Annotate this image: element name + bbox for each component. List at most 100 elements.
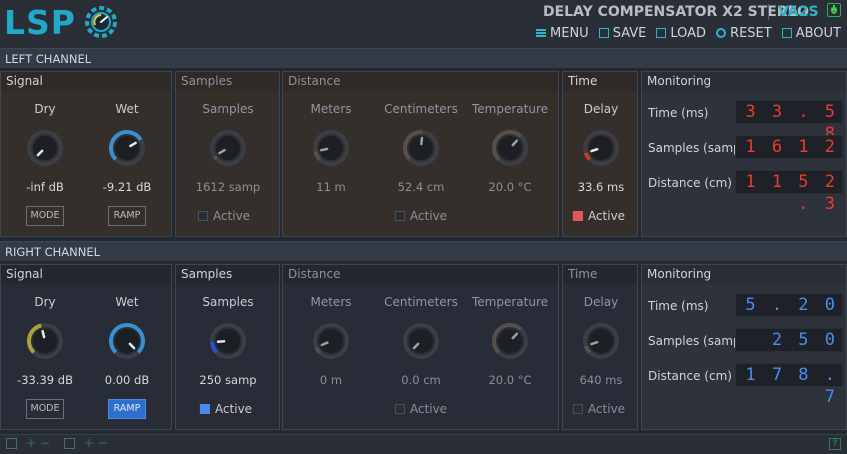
about-label: ABOUT bbox=[795, 25, 841, 41]
group-title: Monitoring bbox=[642, 265, 846, 284]
left-dry-knob[interactable] bbox=[25, 128, 65, 168]
reset-button[interactable]: RESET bbox=[716, 26, 772, 41]
distance-cm-label: Distance (cm) bbox=[648, 176, 732, 190]
left-samples-knob[interactable] bbox=[208, 128, 248, 168]
header-bar: LSP DELAY COMPENSATOR X2 STEREO VA2S MEN… bbox=[0, 0, 847, 48]
right-time-active-checkbox[interactable]: Active bbox=[572, 402, 625, 416]
group-title: Signal bbox=[1, 265, 171, 284]
checkbox-box bbox=[394, 404, 405, 414]
left-wet-knob[interactable] bbox=[107, 128, 147, 168]
plugin-title: DELAY COMPENSATOR X2 STEREO bbox=[543, 4, 810, 20]
active-label: Active bbox=[409, 402, 448, 416]
menu-button[interactable]: MENU bbox=[536, 26, 589, 41]
delay-value: 33.6 ms bbox=[577, 180, 625, 194]
right-ramp-button[interactable]: RAMP bbox=[108, 399, 146, 419]
right-centimeters-knob[interactable] bbox=[401, 321, 441, 361]
active-label: Active bbox=[409, 209, 448, 223]
logo-text: LSP bbox=[4, 3, 76, 42]
right-wet-knob[interactable] bbox=[107, 321, 147, 361]
samples-samp-label: Samples (samp) bbox=[648, 141, 746, 155]
meters-label: Meters bbox=[310, 102, 352, 116]
left-time-display: 3 3 . 5 8 bbox=[735, 100, 843, 144]
left-time-active-checkbox[interactable]: Active bbox=[572, 209, 625, 223]
right-delay-knob[interactable] bbox=[581, 321, 621, 361]
left-mode-button[interactable]: MODE bbox=[26, 206, 64, 226]
meters-value: 11 m bbox=[316, 180, 346, 194]
load-button[interactable]: LOAD bbox=[656, 26, 706, 41]
load-icon bbox=[656, 28, 667, 38]
temperature-value: 20.0 °C bbox=[488, 180, 532, 194]
help-button[interactable]: ? bbox=[829, 438, 841, 450]
checkbox-box bbox=[572, 211, 583, 221]
samples-label: Samples bbox=[202, 295, 254, 309]
samples-label: Samples bbox=[202, 102, 254, 116]
left-distance-group: Distance Meters 11 m Centimeters 52.4 cm… bbox=[282, 71, 559, 237]
left-temperature-knob[interactable] bbox=[490, 128, 530, 168]
right-meters-knob[interactable] bbox=[311, 321, 351, 361]
left-time-group: Time Delay 33.6 ms Active bbox=[562, 71, 638, 237]
temperature-label: Temperature bbox=[471, 295, 549, 309]
wet-value: 0.00 dB bbox=[104, 373, 150, 387]
left-samples-active-checkbox[interactable]: Active bbox=[197, 209, 251, 223]
group-title: Samples bbox=[176, 72, 279, 91]
time-ms-label: Time (ms) bbox=[648, 106, 709, 120]
left-samples-display: 1 6 1 2 bbox=[735, 135, 843, 159]
power-icon[interactable] bbox=[827, 3, 841, 17]
left-centimeters-knob[interactable] bbox=[401, 128, 441, 168]
reset-label: RESET bbox=[730, 25, 772, 41]
group-title: Time bbox=[563, 265, 637, 284]
window-size-icon[interactable] bbox=[6, 438, 17, 449]
font-plus-minus[interactable]: + − bbox=[84, 436, 108, 450]
left-delay-knob[interactable] bbox=[581, 128, 621, 168]
left-distance-active-checkbox[interactable]: Active bbox=[394, 209, 448, 223]
checkbox-box bbox=[199, 404, 210, 414]
wet-value: -9.21 dB bbox=[102, 180, 152, 194]
delay-label: Delay bbox=[583, 102, 619, 116]
lsp-logo[interactable]: LSP bbox=[4, 2, 118, 44]
reset-icon bbox=[716, 28, 727, 38]
active-label: Active bbox=[212, 209, 251, 223]
temperature-value: 20.0 °C bbox=[488, 373, 532, 387]
left-channel-bar: LEFT CHANNEL bbox=[0, 48, 847, 68]
right-signal-group: Signal Dry -33.39 dB MODE Wet 0.00 dB RA… bbox=[0, 264, 172, 430]
time-ms-label: Time (ms) bbox=[648, 299, 709, 313]
left-meters-knob[interactable] bbox=[311, 128, 351, 168]
dry-label: Dry bbox=[34, 295, 56, 309]
delay-value: 640 ms bbox=[579, 373, 623, 387]
right-temperature-knob[interactable] bbox=[490, 321, 530, 361]
size-plus-minus[interactable]: + − bbox=[26, 436, 50, 450]
right-dry-knob[interactable] bbox=[25, 321, 65, 361]
checkbox-box bbox=[572, 404, 583, 414]
right-samples-active-checkbox[interactable]: Active bbox=[199, 402, 253, 416]
samples-samp-label: Samples (samp) bbox=[648, 334, 746, 348]
group-title: Signal bbox=[1, 72, 171, 91]
samples-value: 1612 samp bbox=[195, 180, 261, 194]
group-title: Time bbox=[563, 72, 637, 91]
right-channel-bar: RIGHT CHANNEL bbox=[0, 241, 847, 261]
left-signal-group: Signal Dry -inf dB MODE Wet -9.21 dB RAM… bbox=[0, 71, 172, 237]
save-label: SAVE bbox=[612, 25, 647, 41]
centimeters-label: Centimeters bbox=[384, 102, 458, 116]
meters-value: 0 m bbox=[319, 373, 343, 387]
left-distance-display: 1 1 5 2 . 3 bbox=[735, 170, 843, 214]
centimeters-value: 52.4 cm bbox=[397, 180, 445, 194]
menu-icon bbox=[536, 28, 547, 38]
left-channel-title: LEFT CHANNEL bbox=[5, 52, 92, 66]
save-button[interactable]: SAVE bbox=[598, 25, 647, 41]
about-icon bbox=[781, 28, 792, 38]
left-ramp-button[interactable]: RAMP bbox=[108, 206, 146, 226]
delay-label: Delay bbox=[583, 295, 619, 309]
active-label: Active bbox=[214, 402, 253, 416]
centimeters-value: 0.0 cm bbox=[401, 373, 441, 387]
right-distance-active-checkbox[interactable]: Active bbox=[394, 402, 448, 416]
menu-label: MENU bbox=[550, 25, 589, 41]
right-monitoring-group: Monitoring Time (ms) 5 . 2 0 Samples (sa… bbox=[641, 264, 847, 430]
group-title: Distance bbox=[283, 265, 558, 284]
right-distance-group: Distance Meters 0 m Centimeters 0.0 cm T… bbox=[282, 264, 559, 430]
right-samples-knob[interactable] bbox=[208, 321, 248, 361]
right-mode-button[interactable]: MODE bbox=[26, 399, 64, 419]
about-button[interactable]: ABOUT bbox=[781, 25, 841, 41]
right-time-group: Time Delay 640 ms Active bbox=[562, 264, 638, 430]
meters-label: Meters bbox=[310, 295, 352, 309]
font-size-icon[interactable] bbox=[64, 438, 75, 449]
